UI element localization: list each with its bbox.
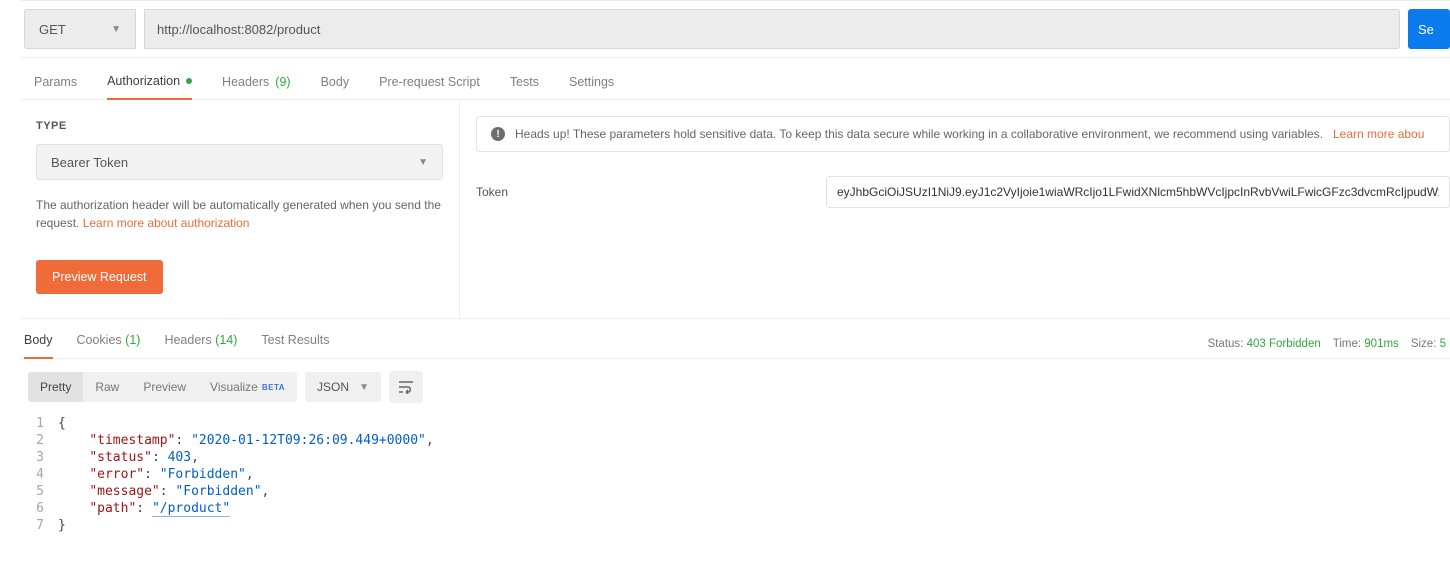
auth-help-text: The authorization header will be automat…: [36, 196, 443, 232]
format-select[interactable]: JSON ▼: [305, 372, 381, 402]
chevron-down-icon: ▼: [111, 24, 121, 35]
request-url-input[interactable]: [144, 9, 1400, 49]
http-method-select[interactable]: GET ▼: [24, 9, 136, 49]
resp-tab-body[interactable]: Body: [24, 329, 53, 359]
status-dot-icon: [186, 78, 192, 84]
view-visualize[interactable]: VisualizeBETA: [198, 372, 297, 402]
http-method-value: GET: [39, 22, 66, 37]
chevron-down-icon: ▼: [359, 382, 369, 393]
status-value: 403 Forbidden: [1247, 338, 1321, 350]
tab-settings[interactable]: Settings: [569, 74, 614, 99]
heads-up-link[interactable]: Learn more abou: [1333, 127, 1424, 141]
response-body-code[interactable]: 1{2 "timestamp": "2020-01-12T09:26:09.44…: [20, 415, 1450, 554]
auth-type-select[interactable]: Bearer Token ▼: [36, 144, 443, 180]
view-raw[interactable]: Raw: [83, 372, 131, 402]
token-label: Token: [476, 185, 826, 199]
wrap-icon: [398, 380, 414, 394]
token-input[interactable]: [826, 176, 1450, 208]
tab-params[interactable]: Params: [34, 74, 77, 99]
tab-headers-label: Headers: [222, 75, 269, 89]
chevron-down-icon: ▼: [418, 157, 428, 168]
tab-prerequest[interactable]: Pre-request Script: [379, 74, 480, 99]
request-tabs: Params Authorization Headers (9) Body Pr…: [20, 66, 1450, 100]
heads-up-banner: ! Heads up! These parameters hold sensit…: [476, 116, 1450, 152]
tab-authorization-label: Authorization: [107, 74, 180, 88]
auth-type-value: Bearer Token: [51, 155, 128, 170]
wrap-lines-button[interactable]: [389, 371, 423, 403]
size-value: 5: [1440, 338, 1446, 350]
tab-headers[interactable]: Headers (9): [222, 74, 291, 99]
resp-tab-cookies[interactable]: Cookies (1): [77, 329, 141, 358]
tab-authorization[interactable]: Authorization: [107, 74, 192, 100]
send-button[interactable]: Se: [1408, 9, 1450, 49]
preview-request-button[interactable]: Preview Request: [36, 260, 163, 294]
heads-up-text: Heads up! These parameters hold sensitiv…: [515, 127, 1323, 141]
response-meta: Status: 403 Forbidden Time: 901ms Size: …: [1208, 338, 1450, 358]
tab-body[interactable]: Body: [321, 74, 350, 99]
view-pretty[interactable]: Pretty: [28, 372, 83, 402]
time-value: 901ms: [1364, 338, 1399, 350]
resp-tab-tests[interactable]: Test Results: [261, 329, 329, 358]
view-preview[interactable]: Preview: [131, 372, 198, 402]
auth-type-label: TYPE: [36, 120, 443, 132]
auth-help-link[interactable]: Learn more about authorization: [83, 216, 250, 230]
tab-tests[interactable]: Tests: [510, 74, 539, 99]
resp-tab-headers[interactable]: Headers (14): [164, 329, 237, 358]
info-icon: !: [491, 127, 505, 141]
response-tabs: Body Cookies (1) Headers (14) Test Resul…: [24, 329, 330, 358]
beta-badge: BETA: [262, 383, 285, 392]
tab-headers-count: (9): [275, 75, 290, 89]
view-mode-segment: Pretty Raw Preview VisualizeBETA: [28, 372, 297, 402]
